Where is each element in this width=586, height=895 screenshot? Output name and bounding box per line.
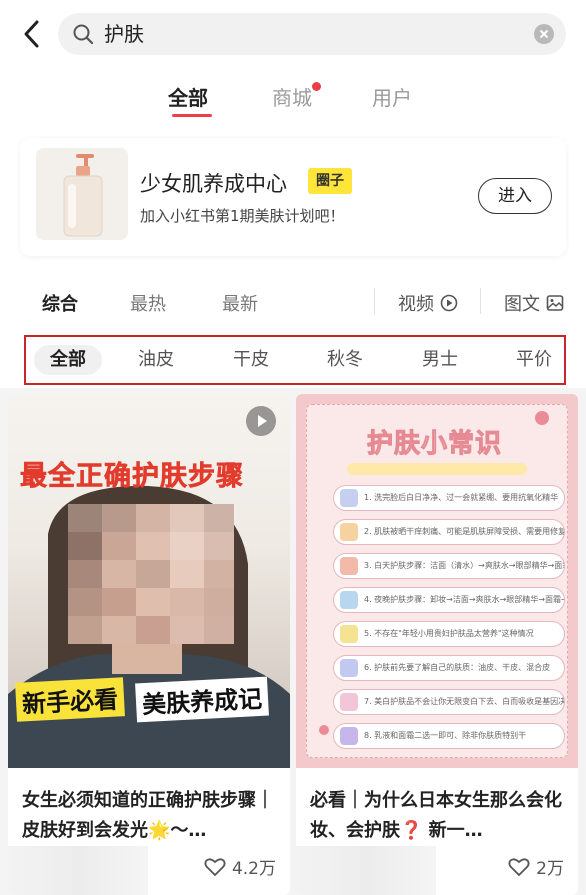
search-query[interactable]: 护肤 xyxy=(104,13,144,55)
result-tabs: 全部 商城 用户 xyxy=(0,82,586,122)
enter-button[interactable]: 进入 xyxy=(478,178,552,214)
tip-icon xyxy=(340,489,358,507)
note-cover: 最全正确护肤步骤 新手必看 美肤养成记 xyxy=(8,394,290,768)
divider xyxy=(374,288,375,314)
sort-bar: 综合 最热 最新 视频 图文 xyxy=(0,272,586,330)
like-count[interactable]: 4.2万 xyxy=(204,854,276,879)
cover-title: 最全正确护肤步骤 xyxy=(20,461,244,493)
divider xyxy=(480,288,481,314)
note-cover: 护肤小常识 1. 洗完脸后白日净净、过一会就紧绷、要用抗氧化精华 2. 肌肤被晒… xyxy=(296,394,578,768)
lotion-bottle-image xyxy=(36,148,128,240)
tip-icon xyxy=(340,523,358,541)
sort-hottest[interactable]: 最热 xyxy=(130,290,166,316)
tab-all[interactable]: 全部 xyxy=(168,82,208,111)
tip-icon xyxy=(340,625,358,643)
chip-autumn-winter[interactable]: 秋冬 xyxy=(317,345,373,375)
decor-dot xyxy=(319,725,329,735)
like-count[interactable]: 2万 xyxy=(508,854,564,879)
notification-dot xyxy=(312,82,321,91)
chip-men[interactable]: 男士 xyxy=(412,345,468,375)
chip-affordable[interactable]: 平价 xyxy=(506,345,562,375)
tip-item: 5. 不存在"年轻小用贵妇护肤品太营养"这种情况 xyxy=(333,621,565,647)
search-icon xyxy=(73,24,94,45)
heart-icon xyxy=(508,857,530,876)
tip-item: 7. 美白护肤品不会让你无限变白下去、白而吸收是基因决定的 xyxy=(333,689,565,715)
image-icon xyxy=(546,295,564,311)
sort-comprehensive[interactable]: 综合 xyxy=(42,290,78,316)
cover-title: 护肤小常识 xyxy=(366,429,503,460)
author-area xyxy=(8,846,148,895)
like-count-value: 2万 xyxy=(536,859,564,879)
note-title: 女生必须知道的正确护肤步骤｜皮肤好到会发光🌟～… xyxy=(22,790,274,841)
clear-icon[interactable] xyxy=(534,24,554,44)
tip-item: 6. 护肤前先要了解自己的肤质：油皮、干皮、混合皮 xyxy=(333,655,565,681)
cover-panel: 护肤小常识 1. 洗完脸后白日净净、过一会就紧绷、要用抗氧化精华 2. 肌肤被晒… xyxy=(306,404,568,758)
tip-icon xyxy=(340,693,358,711)
active-tab-indicator xyxy=(172,114,212,117)
filter-bar: 全部 油皮 干皮 秋冬 男士 平价 xyxy=(0,330,586,388)
cover-caption-1: 新手必看 xyxy=(15,677,125,722)
tip-item: 1. 洗完脸后白日净净、过一会就紧绷、要用抗氧化精华 xyxy=(333,485,565,511)
title-highlight-bar xyxy=(347,463,527,475)
circle-badge: 圈子 xyxy=(308,168,352,194)
tip-item: 8. 乳液和面霜二选一即可、除非你肤质特别干 xyxy=(333,723,565,749)
video-filter[interactable]: 视频 xyxy=(398,290,458,316)
sort-newest[interactable]: 最新 xyxy=(222,290,258,316)
circle-card[interactable]: 少女肌养成中心 圈子 加入小红书第1期美肤计划吧！ 进入 xyxy=(20,138,566,256)
circle-title: 少女肌养成中心 xyxy=(140,172,287,196)
tip-item: 2. 肌肤被晒干痒刺痛、可能是肌肤屏障受损、需要用修复类护肤品 xyxy=(333,519,565,545)
heart-icon xyxy=(204,857,226,876)
chevron-left-icon xyxy=(24,20,39,48)
like-count-value: 4.2万 xyxy=(231,859,276,879)
video-play-button[interactable] xyxy=(246,406,276,436)
note-card[interactable]: 护肤小常识 1. 洗完脸后白日净净、过一会就紧绷、要用抗氧化精华 2. 肌肤被晒… xyxy=(296,394,578,895)
tip-item: 4. 夜晚护肤步骤：卸妆→洁面→爽肤水→眼部精华→面霜→晚霜 xyxy=(333,587,565,613)
tip-icon xyxy=(340,557,358,575)
highlight-outline xyxy=(24,335,566,385)
search-header: 护肤 全部 商城 用户 少女肌养成中心 圈子 加入小红书第1期美肤计划吧！ 进入 xyxy=(0,0,586,272)
image-text-filter[interactable]: 图文 xyxy=(504,290,564,316)
tip-icon xyxy=(340,659,358,677)
decor-dot xyxy=(535,411,549,425)
tip-icon xyxy=(340,591,358,609)
back-button[interactable] xyxy=(14,14,50,54)
tip-item: 3. 白天护肤步骤：洁面（清水）→爽肤水→眼部精华→面霜→防晒 xyxy=(333,553,565,579)
play-circle-icon xyxy=(440,294,458,312)
note-title: 必看｜为什么日本女生那么会化妆、会护肤❓ 新一… xyxy=(310,790,562,841)
search-bar[interactable]: 护肤 xyxy=(58,13,566,55)
image-text-filter-label: 图文 xyxy=(504,294,540,315)
tip-icon xyxy=(340,727,358,745)
note-card[interactable]: 最全正确护肤步骤 新手必看 美肤养成记 女生必须知道的正确护肤步骤｜皮肤好到会发… xyxy=(8,394,290,895)
tab-user[interactable]: 用户 xyxy=(372,82,412,111)
chip-oily-skin[interactable]: 油皮 xyxy=(128,345,184,375)
chip-all[interactable]: 全部 xyxy=(34,345,102,375)
tab-mall[interactable]: 商城 xyxy=(272,82,312,111)
cover-caption-2: 美肤养成记 xyxy=(135,676,269,723)
circle-subtitle: 加入小红书第1期美肤计划吧！ xyxy=(140,207,345,225)
author-area xyxy=(296,846,436,895)
video-filter-label: 视频 xyxy=(398,294,434,315)
chip-dry-skin[interactable]: 干皮 xyxy=(223,345,279,375)
play-icon xyxy=(258,415,267,427)
